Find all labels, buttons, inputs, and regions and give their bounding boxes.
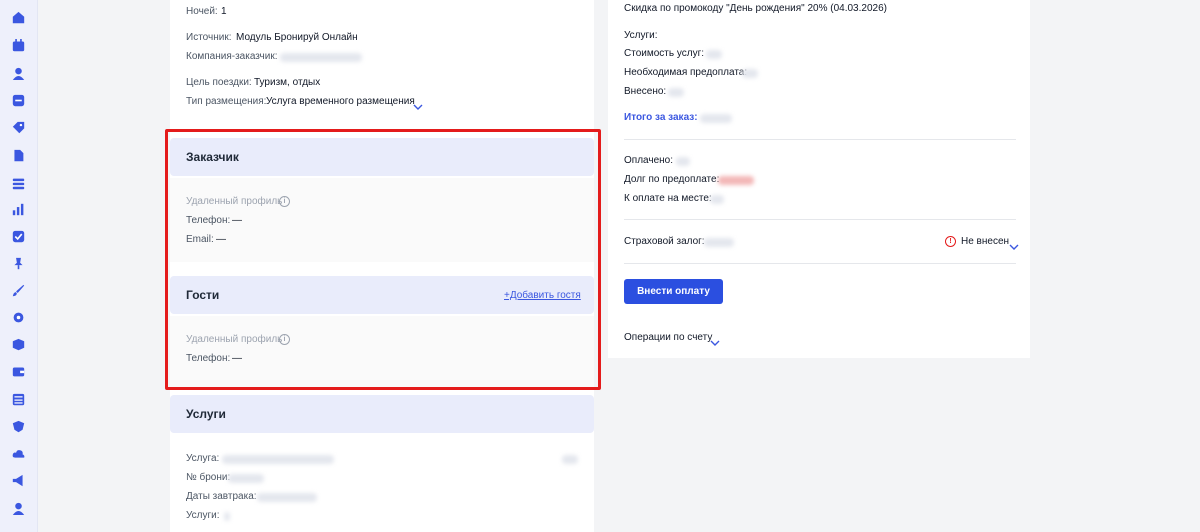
chevron-down-icon[interactable] [710,334,720,346]
service-label: Услуга: [186,453,220,464]
megaphone-icon[interactable] [11,473,25,487]
services-list-label: Услуги: [186,510,220,521]
wallet-icon[interactable] [11,364,25,378]
customer-email-value: — [216,234,226,245]
brush-icon[interactable] [11,283,25,297]
guest-phone-value: — [232,353,242,364]
service-value-redacted [222,455,334,464]
services-list-redacted [224,512,230,521]
home-icon[interactable] [11,10,25,24]
customer-email-label: Email: [186,234,214,245]
table-icon[interactable] [11,392,25,406]
warning-icon: ! [945,236,956,247]
customer-section-title: Заказчик [186,150,239,164]
user-icon[interactable] [11,66,25,80]
total-label: Итого за заказ: [624,112,698,123]
services-section-header: Услуги [170,395,594,433]
company-label: Компания-заказчик: [186,51,278,62]
nights-label: Ночей: [186,6,218,17]
cloud-icon[interactable] [11,446,25,460]
booking-no-redacted [228,474,264,483]
onsite-label: К оплате на месте: [624,193,712,204]
cost-value-redacted [706,50,722,59]
tag-icon[interactable] [11,120,25,134]
prepay-value-redacted [742,69,758,78]
account-operations-toggle[interactable]: Операции по счету [624,332,712,344]
percent-icon[interactable] [11,93,25,107]
chevron-down-icon[interactable] [1009,238,1019,250]
chevron-down-icon[interactable] [413,98,423,110]
prepay-label: Необходимая предоплата: [624,67,748,78]
paid-value-redacted [676,157,690,166]
breakfast-dates-redacted [257,493,317,502]
divider [624,263,1016,264]
source-label: Источник: [186,32,232,43]
layers-icon[interactable] [11,176,25,190]
insurance-label: Страховой залог: [624,236,705,247]
deposited-value-redacted [668,88,684,97]
accommodation-label: Тип размещения: [186,96,267,107]
booking-details-panel: Ночей: 1 Источник: Модуль Бронируй Онлай… [170,0,594,532]
onsite-value-redacted [710,195,724,204]
source-value: Модуль Бронируй Онлайн [236,32,358,43]
promo-discount: Скидка по промокоду "День рождения" 20% … [624,3,887,14]
make-payment-button[interactable]: Внести оплату [624,279,723,304]
trip-purpose-value: Туризм, отдых [254,77,321,88]
shield-icon[interactable] [11,419,25,433]
pin-icon[interactable] [11,256,25,270]
booking-no-label: № брони: [186,472,231,483]
guest-phone-label: Телефон: [186,353,231,364]
breakfast-dates-label: Даты завтрака: [186,491,257,502]
customer-section-header: Заказчик [170,138,594,176]
check-square-icon[interactable] [11,229,25,243]
paid-label: Оплачено: [624,155,674,166]
services-section-title: Услуги [186,407,226,421]
cost-label: Стоимость услуг: [624,48,704,59]
guests-section-title: Гости [186,288,220,302]
customer-deleted-profile: Удаленный профиль [186,196,283,207]
trip-purpose-label: Цель поездки: [186,77,252,88]
debt-value-redacted [718,176,754,185]
info-icon[interactable]: i [279,334,290,345]
services-heading: Услуги: [624,30,658,41]
payment-panel: Скидка по промокоду "День рождения" 20% … [608,0,1030,358]
add-guest-link[interactable]: +Добавить гостя [504,290,581,302]
nights-value: 1 [221,6,227,17]
divider [624,219,1016,220]
insurance-status[interactable]: Не внесен [961,236,1009,248]
guests-section-body [170,316,594,388]
calendar-icon[interactable] [11,38,25,52]
debt-label: Долг по предоплате: [624,174,720,185]
service-price-redacted [562,455,578,464]
insurance-value-redacted [704,238,734,247]
box-icon[interactable] [11,337,25,351]
divider [624,139,1016,140]
company-value-redacted [280,53,362,62]
customer-phone-label: Телефон: [186,215,231,226]
deposited-label: Внесено: [624,86,667,97]
guests-section-header: Гости +Добавить гостя [170,276,594,314]
guest-deleted-profile: Удаленный профиль [186,334,283,345]
sidebar [0,0,38,532]
total-value-redacted [700,114,732,123]
bar-chart-icon[interactable] [11,202,25,216]
gear-icon[interactable] [11,310,25,324]
info-icon[interactable]: i [279,196,290,207]
accommodation-value[interactable]: Услуга временного размещения [266,96,415,108]
customer-phone-value: — [232,215,242,226]
profile-icon[interactable] [11,501,25,515]
document-icon[interactable] [11,148,25,162]
